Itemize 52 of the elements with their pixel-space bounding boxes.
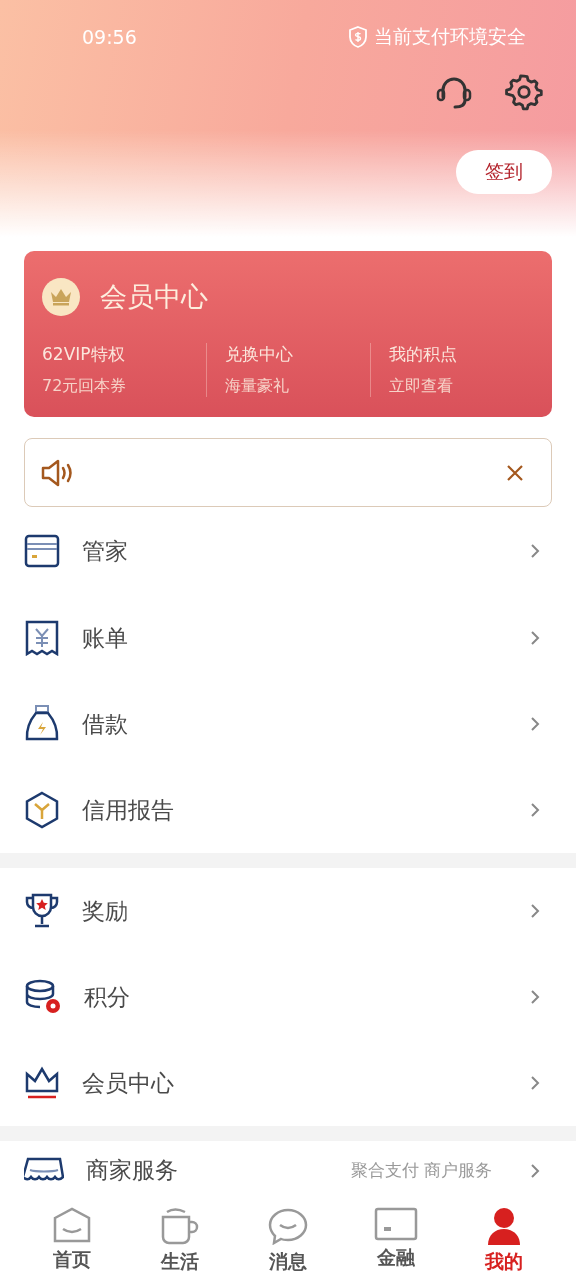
card-icon — [24, 533, 60, 570]
menu-row[interactable]: 账单 — [0, 595, 576, 682]
chevron-right-icon — [530, 989, 540, 1006]
tab[interactable]: 消息 — [234, 1201, 342, 1280]
shield-icon — [348, 26, 368, 48]
card-title: 会员中心 — [100, 280, 208, 315]
menu-label: 账单 — [82, 623, 129, 653]
menu-row[interactable]: 管家 — [0, 507, 576, 596]
menu-row[interactable]: 积分 — [0, 954, 576, 1041]
chevron-right-icon — [530, 716, 540, 733]
perk-subtitle: 海量豪礼 — [225, 376, 290, 398]
mug-icon — [159, 1207, 201, 1245]
chevron-right-icon — [530, 802, 540, 819]
menu-label: 信用报告 — [82, 795, 175, 825]
status-time: 09:56 — [82, 26, 137, 48]
tab[interactable]: 金融 — [342, 1201, 450, 1280]
menu-row[interactable]: 借款 — [0, 681, 576, 768]
settings-icon — [505, 73, 543, 111]
menu-label: 管家 — [82, 536, 129, 566]
hexagon-icon — [24, 791, 60, 830]
house-icon — [52, 1207, 92, 1243]
chevron-right-icon — [530, 903, 540, 920]
tab[interactable]: 我的 — [450, 1201, 558, 1280]
menu-label: 会员中心 — [82, 1068, 175, 1098]
menu-row[interactable]: 信用报告 — [0, 767, 576, 854]
settings-button[interactable] — [504, 72, 544, 112]
chevron-right-icon — [530, 543, 540, 560]
security-status: 当前支付环境安全 — [374, 24, 526, 49]
menu-label: 积分 — [84, 982, 131, 1012]
card-icon — [374, 1207, 418, 1241]
speaker-icon — [41, 458, 75, 487]
chevron-right-icon — [530, 630, 540, 647]
menu-label: 商家服务 — [86, 1156, 179, 1186]
chevron-right-icon — [530, 1163, 540, 1179]
tab[interactable]: 生活 — [126, 1201, 234, 1280]
menu-row[interactable]: 奖励 — [0, 868, 576, 955]
close-icon — [506, 463, 524, 482]
receipt-icon — [24, 620, 60, 657]
menu-row[interactable]: 商家服务 聚合支付 商户服务 — [0, 1141, 576, 1201]
menu-row[interactable]: 会员中心 — [0, 1040, 576, 1127]
check-in-button[interactable]: 签到 — [456, 150, 552, 194]
crown-badge-icon — [42, 278, 80, 317]
menu-label: 奖励 — [82, 896, 129, 926]
chat-bubble-icon — [267, 1207, 309, 1245]
menu-label: 借款 — [82, 709, 129, 739]
perk-subtitle: 立即查看 — [389, 376, 454, 398]
coin-stack-icon — [24, 979, 62, 1016]
tab[interactable]: 首页 — [18, 1201, 126, 1280]
menu-hint: 聚合支付 商户服务 — [350, 1159, 492, 1183]
trophy-icon — [24, 893, 60, 930]
perk-subtitle: 72元回本券 — [42, 376, 128, 398]
chevron-right-icon — [530, 1075, 540, 1092]
